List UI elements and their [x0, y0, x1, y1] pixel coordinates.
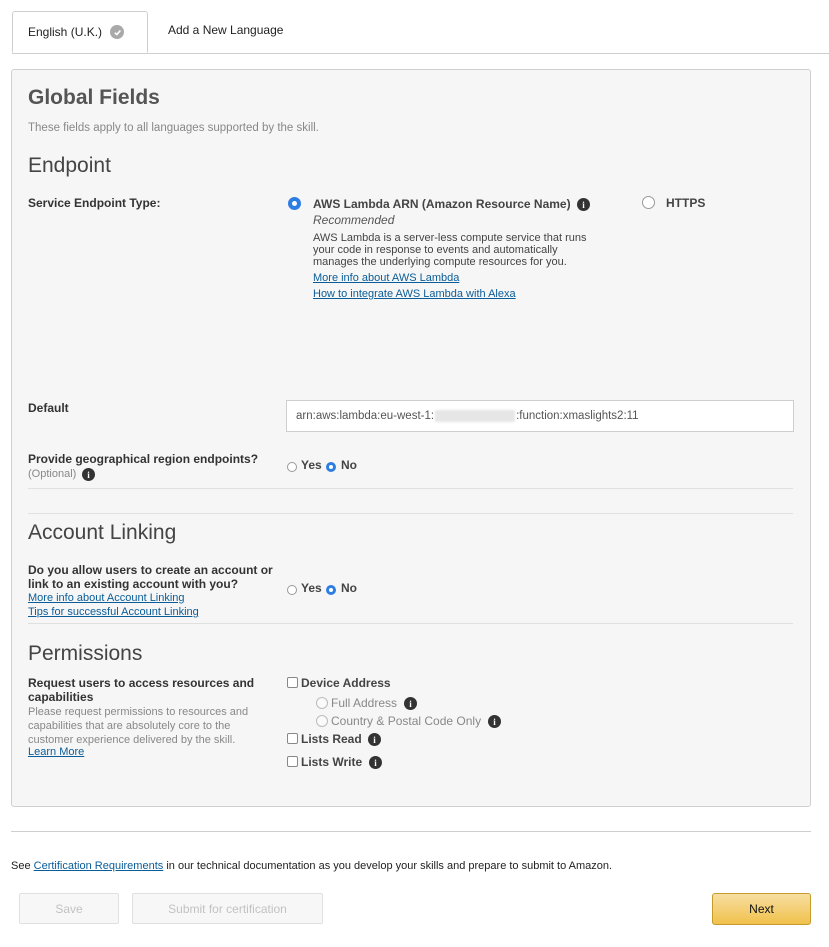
geo-yes-radio[interactable] [287, 462, 297, 472]
tab-english-uk[interactable]: English (U.K.) [12, 11, 148, 53]
more-info-account-linking-link[interactable]: More info about Account Linking [28, 592, 185, 604]
account-linking-question-line1: Do you allow users to create an account … [28, 563, 273, 577]
account-linking-no-radio[interactable] [326, 585, 336, 595]
account-linking-yes-radio[interactable] [287, 585, 297, 595]
learn-more-link[interactable]: Learn More [28, 746, 84, 758]
divider [28, 488, 793, 489]
geo-optional-text: (Optional) [28, 468, 77, 480]
geo-no-radio[interactable] [326, 462, 336, 472]
permissions-heading: Permissions [28, 642, 143, 665]
certification-requirements-link[interactable]: Certification Requirements [34, 860, 164, 872]
submit-for-certification-button[interactable]: Submit for certification [132, 893, 323, 924]
lambda-description: AWS Lambda is a server-less compute serv… [313, 232, 587, 268]
full-address-label[interactable]: Full Address [331, 696, 397, 710]
geo-no-label[interactable]: No [341, 458, 357, 472]
divider [28, 623, 793, 624]
divider [28, 513, 793, 514]
check-circle-icon [110, 25, 125, 39]
info-icon[interactable]: i [404, 697, 417, 710]
permissions-request-label-line1: Request users to access resources and [28, 676, 255, 690]
https-label[interactable]: HTTPS [666, 196, 705, 210]
account-linking-yes-label[interactable]: Yes [301, 581, 322, 595]
device-address-checkbox[interactable] [287, 677, 298, 688]
endpoint-heading: Endpoint [28, 154, 111, 177]
page-title: Global Fields [28, 86, 160, 109]
certification-note: See Certification Requirements in our te… [11, 860, 612, 872]
lists-read-label[interactable]: Lists Read [301, 732, 362, 746]
geo-endpoints-label: Provide geographical region endpoints? [28, 452, 259, 466]
footer-see-text: See [11, 860, 31, 872]
country-postal-label[interactable]: Country & Postal Code Only [331, 714, 481, 728]
info-icon[interactable]: i [577, 198, 590, 211]
lambda-arn-label[interactable]: AWS Lambda ARN (Amazon Resource Name) [313, 197, 571, 211]
footer-divider [11, 831, 811, 832]
integrate-lambda-link[interactable]: How to integrate AWS Lambda with Alexa [313, 288, 516, 300]
tab-english-uk-label: English (U.K.) [28, 25, 103, 39]
account-linking-heading: Account Linking [28, 521, 177, 544]
footer-rest-text: in our technical documentation as you de… [166, 860, 613, 872]
default-value-suffix: :function:xmaslights2:11 [516, 410, 639, 422]
account-linking-tips-link[interactable]: Tips for successful Account Linking [28, 606, 199, 618]
save-button[interactable]: Save [19, 893, 119, 924]
tab-add-language[interactable]: Add a New Language [168, 23, 283, 37]
geo-yes-label[interactable]: Yes [301, 458, 322, 472]
account-linking-question-line2: link to an existing account with you? [28, 577, 239, 591]
info-icon[interactable]: i [82, 468, 95, 481]
country-postal-radio[interactable] [316, 715, 328, 727]
lambda-arn-radio[interactable] [288, 197, 301, 210]
info-icon[interactable]: i [369, 756, 382, 769]
device-address-label[interactable]: Device Address [301, 676, 391, 690]
default-value-prefix: arn:aws:lambda:eu-west-1: [296, 410, 435, 422]
more-info-lambda-link[interactable]: More info about AWS Lambda [313, 272, 459, 284]
default-label: Default [28, 401, 69, 415]
permissions-request-label-line2: capabilities [28, 690, 94, 704]
lists-read-checkbox[interactable] [287, 733, 298, 744]
info-icon[interactable]: i [368, 733, 381, 746]
permissions-description: Please request permissions to resources … [28, 706, 249, 746]
account-linking-no-label[interactable]: No [341, 581, 357, 595]
full-address-radio[interactable] [316, 697, 328, 709]
recommended-text: Recommended [313, 213, 395, 227]
default-endpoint-input[interactable]: arn:aws:lambda:eu-west-1: :function:xmas… [286, 400, 794, 432]
language-tabs: English (U.K.) Add a New Language [0, 0, 829, 54]
https-radio[interactable] [642, 196, 655, 209]
global-fields-panel: Global Fields These fields apply to all … [11, 69, 811, 807]
lists-write-checkbox[interactable] [287, 756, 298, 767]
lists-write-label[interactable]: Lists Write [301, 755, 362, 769]
next-button[interactable]: Next [712, 893, 811, 925]
info-icon[interactable]: i [488, 715, 501, 728]
redacted-account-id [435, 410, 516, 422]
service-endpoint-type-label: Service Endpoint Type: [28, 196, 161, 210]
global-fields-subtitle: These fields apply to all languages supp… [28, 122, 319, 134]
tabs-divider [12, 53, 829, 54]
